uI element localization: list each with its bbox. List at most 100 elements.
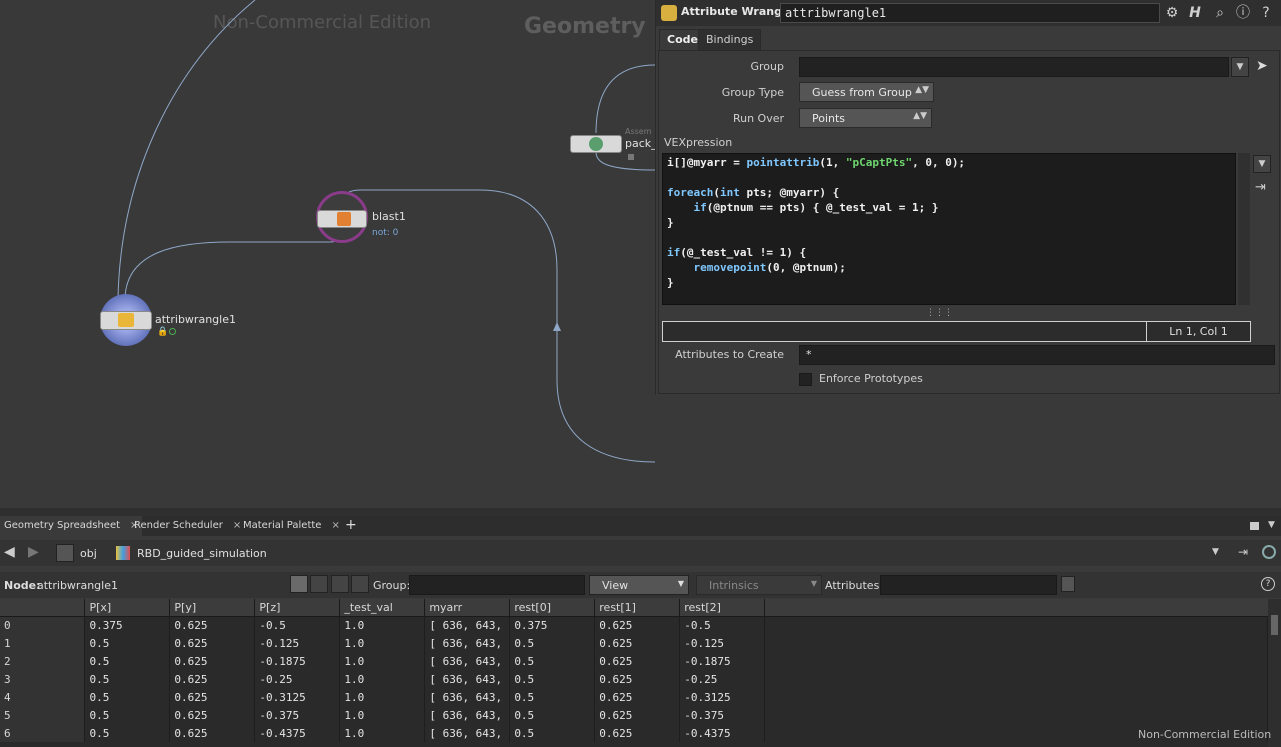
tab-label: Render Scheduler — [134, 520, 223, 531]
pane-menu-icon[interactable]: ▼ — [1268, 520, 1275, 530]
points-mode-icon[interactable] — [290, 575, 308, 593]
pane-divider[interactable] — [0, 508, 1281, 516]
add-tab-icon[interactable]: + — [345, 517, 357, 533]
blast-node[interactable] — [316, 191, 368, 243]
breadcrumb-obj[interactable]: obj — [80, 544, 97, 564]
resize-handle-icon[interactable]: ⋮⋮⋮ — [926, 308, 953, 318]
geometry-icon — [116, 546, 130, 560]
table-cell: 1.0 — [339, 724, 426, 742]
table-cell: 0.5 — [509, 724, 596, 742]
pack-icon — [589, 137, 603, 151]
wrangle-icon — [118, 313, 134, 327]
group-dropdown-button[interactable]: ▼ — [1231, 57, 1249, 77]
enforce-prototypes-label: Enforce Prototypes — [819, 372, 923, 385]
table-row[interactable]: 2 0.5 0.625 -0.1875 1.0[ 636, 643, 0.5 0.625 -0… — [0, 652, 1268, 670]
code-menu-button[interactable]: ▼ — [1253, 155, 1271, 173]
table-cell: -0.1875 — [254, 652, 341, 670]
enforce-prototypes-checkbox[interactable] — [799, 373, 812, 386]
column-header[interactable]: _test_val — [339, 599, 426, 617]
table-cell: 0.625 — [169, 724, 256, 742]
node-type-hint: Assem — [625, 127, 652, 136]
column-header[interactable]: P[y] — [169, 599, 256, 617]
table-row[interactable]: 1 0.5 0.625 -0.125 1.0[ 636, 643, 0.5 0.625 -0.… — [0, 634, 1268, 652]
back-arrow-icon[interactable]: ◀ — [4, 544, 15, 560]
help-icon[interactable]: ? — [1257, 4, 1275, 22]
row-index: 1 — [0, 634, 86, 652]
column-header[interactable]: P[x] — [84, 599, 171, 617]
pin-icon[interactable]: ⇥ — [1238, 545, 1248, 559]
group-filter-field[interactable] — [409, 575, 585, 595]
maximize-icon[interactable] — [1250, 522, 1259, 530]
column-header[interactable] — [0, 599, 86, 617]
network-view[interactable]: Non-Commercial Edition Geometry attribwr… — [0, 0, 655, 508]
run-over-menu[interactable]: Points ▲▼ — [799, 108, 932, 128]
group-label: Group — [750, 60, 785, 73]
attribwrangle-node[interactable] — [100, 294, 152, 346]
group-type-menu[interactable]: Guess from Group ▲▼ — [799, 82, 934, 102]
close-icon[interactable]: × — [331, 520, 339, 532]
table-row[interactable]: 6 0.5 0.625 -0.4375 1.0[ 636, 643, 0.5 0.625 -0… — [0, 724, 1268, 742]
scroll-thumb[interactable] — [1271, 615, 1278, 635]
attributes-filter-field[interactable] — [880, 575, 1057, 595]
primitives-mode-icon[interactable] — [331, 575, 349, 593]
help-icon[interactable]: ? — [1261, 577, 1275, 591]
table-row[interactable]: 3 0.5 0.625 -0.25 1.0[ 636, 643, 0.5 0.625 -0.2… — [0, 670, 1268, 688]
table-cell: 0.625 — [169, 634, 256, 652]
bypass-flag-icon[interactable] — [169, 328, 176, 335]
table-cell: 0.625 — [594, 634, 681, 652]
node-value: attribwrangle1 — [37, 579, 118, 592]
help-h-icon[interactable]: H — [1186, 4, 1204, 22]
table-cell: 0.625 — [594, 616, 681, 634]
group-label: Group: — [373, 579, 411, 592]
gear-icon[interactable]: ⚙ — [1163, 4, 1181, 22]
vertical-scrollbar[interactable] — [1268, 599, 1281, 747]
breadcrumb-rbd[interactable]: RBD_guided_simulation — [137, 544, 267, 564]
row-filler — [764, 706, 1268, 724]
watermark: Non-Commercial Edition — [1138, 728, 1272, 741]
table-cell: 0.5 — [509, 652, 596, 670]
attribute-menu-icon[interactable] — [1061, 576, 1075, 592]
group-field[interactable] — [799, 57, 1229, 77]
tab-material-palette[interactable]: Material Palette × — [239, 516, 344, 536]
tab-bindings[interactable]: Bindings — [698, 29, 762, 50]
tab-render-scheduler[interactable]: Render Scheduler × — [130, 516, 245, 536]
pack-node[interactable] — [570, 135, 622, 153]
column-header[interactable]: myarr — [424, 599, 511, 617]
node-name-field[interactable]: attribwrangle1 — [780, 3, 1160, 23]
table-cell: [ 636, 643, — [424, 670, 511, 688]
select-arrow-icon[interactable]: ➤ — [1256, 58, 1268, 74]
column-header[interactable]: rest[2] — [679, 599, 766, 617]
expand-icon[interactable]: ⇥ — [1255, 180, 1266, 195]
search-icon[interactable]: ⌕ — [1211, 4, 1229, 22]
vex-code-editor[interactable]: i[]@myarr = pointattrib(1, "pCaptPts", 0… — [662, 153, 1236, 305]
tab-geometry-spreadsheet[interactable]: Geometry Spreadsheet × — [0, 516, 143, 536]
node-type-label: Attribute Wrangle — [681, 5, 794, 18]
forward-arrow-icon[interactable]: ▶ — [28, 544, 39, 560]
link-icon[interactable] — [1262, 545, 1276, 559]
table-row[interactable]: 5 0.5 0.625 -0.375 1.0[ 636, 643, 0.5 0.625 -0.… — [0, 706, 1268, 724]
lock-icon: 🔒 — [157, 327, 169, 337]
spreadsheet-grid[interactable]: P[x] P[y] P[z] _test_val myarr rest[0] r… — [0, 599, 1268, 747]
row-filler — [764, 670, 1268, 688]
vertices-mode-icon[interactable] — [310, 575, 328, 593]
view-menu[interactable]: View ▼ — [589, 575, 689, 595]
code-scrollbar[interactable] — [1238, 153, 1250, 305]
path-dropdown-icon[interactable]: ▼ — [1212, 547, 1219, 557]
code-line: if(@_test_val != 1) { — [667, 246, 807, 259]
column-header[interactable]: rest[1] — [594, 599, 681, 617]
info-icon[interactable]: ⓘ — [1234, 4, 1252, 22]
column-header[interactable]: rest[0] — [509, 599, 596, 617]
header-row: P[x] P[y] P[z] _test_val myarr rest[0] r… — [0, 599, 1268, 617]
attributes-label: Attributes: — [825, 579, 884, 592]
table-row[interactable]: 0 0.375 0.625 -0.5 1.0[ 636, 643, 0.375 0.625-… — [0, 616, 1268, 634]
attributes-to-create-field[interactable]: * — [799, 345, 1275, 365]
blast-icon — [337, 212, 351, 226]
row-filler — [764, 688, 1268, 706]
group-type-label: Group Type — [721, 86, 784, 99]
intrinsics-menu[interactable]: Intrinsics ▼ — [696, 575, 822, 595]
table-cell: 1.0 — [339, 688, 426, 706]
table-row[interactable]: 4 0.5 0.625 -0.3125 1.0[ 636, 643, 0.5 0.625 -0… — [0, 688, 1268, 706]
detail-mode-icon[interactable] — [351, 575, 369, 593]
column-header[interactable]: P[z] — [254, 599, 341, 617]
